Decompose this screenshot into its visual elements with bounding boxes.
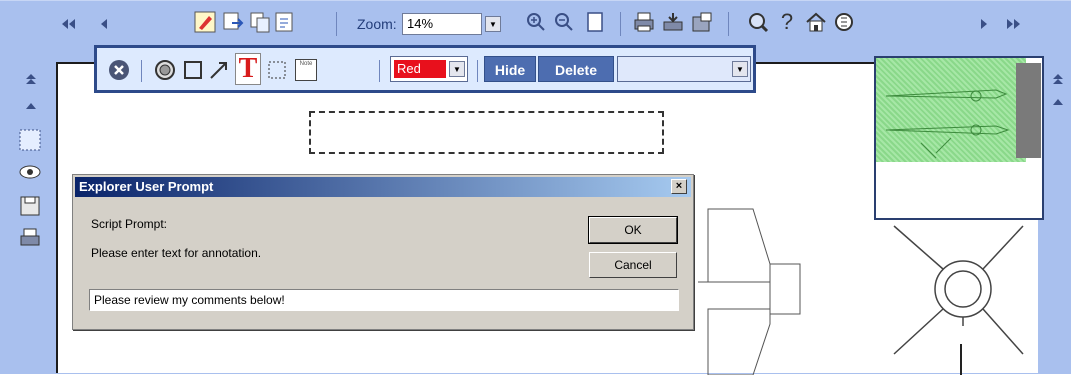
- select-area-icon[interactable]: [16, 126, 44, 154]
- main-toolbar: Zoom: 14% ▼ ?: [0, 0, 1071, 44]
- dashed-rect-tool-icon[interactable]: [265, 58, 289, 82]
- delete-button[interactable]: Delete: [538, 56, 614, 82]
- preview-thumbnail: [885, 63, 1041, 159]
- compare-icon[interactable]: [221, 10, 245, 34]
- zoom-label: Zoom:: [357, 16, 397, 32]
- prompt-message: Please enter text for annotation.: [91, 246, 262, 260]
- navigator-preview[interactable]: [874, 56, 1044, 220]
- toolbar-separator: [336, 12, 337, 36]
- color-select[interactable]: Red ▼: [390, 56, 468, 82]
- print-setup-icon[interactable]: [661, 10, 685, 34]
- close-annotation-icon[interactable]: [107, 58, 131, 82]
- rectangle-tool-icon[interactable]: [181, 58, 205, 82]
- annotation-text-input[interactable]: Please review my comments below!: [89, 289, 679, 311]
- annotation-list-select[interactable]: ▼: [617, 56, 751, 82]
- color-select-value: Red: [394, 60, 446, 78]
- scroll-up-right-icon[interactable]: [1049, 94, 1067, 110]
- print-icon[interactable]: [632, 10, 656, 34]
- annotation-selection-box[interactable]: [309, 111, 664, 154]
- toolbar-separator: [728, 12, 729, 36]
- annotation-separator: [379, 60, 380, 82]
- user-prompt-dialog: Explorer User Prompt × Script Prompt: Pl…: [72, 174, 694, 330]
- arrow-tool-icon[interactable]: [207, 58, 231, 82]
- view-icon[interactable]: [16, 160, 44, 184]
- fit-page-icon[interactable]: [584, 11, 606, 33]
- annotate-icon[interactable]: [193, 10, 217, 34]
- help-icon[interactable]: ?: [777, 10, 797, 34]
- scroll-top-icon[interactable]: [22, 70, 40, 88]
- color-dropdown-button[interactable]: ▼: [449, 61, 465, 77]
- annotation-toolbar: T Note Red ▼ Hide Delete ▼: [94, 45, 756, 93]
- save-icon[interactable]: [16, 192, 44, 220]
- annotation-separator: [141, 60, 142, 82]
- ok-button[interactable]: OK: [588, 216, 678, 244]
- annotation-list-dropdown-button[interactable]: ▼: [732, 61, 748, 77]
- note-tool-label: Note: [295, 59, 317, 81]
- zoom-in-icon[interactable]: [525, 11, 547, 33]
- rotate-icon[interactable]: [832, 10, 856, 34]
- scroll-top-right-icon[interactable]: [1049, 70, 1067, 88]
- next-page-icon[interactable]: [976, 14, 992, 34]
- printer-icon[interactable]: [16, 224, 44, 252]
- dialog-title: Explorer User Prompt: [79, 179, 214, 194]
- scroll-up-icon[interactable]: [22, 98, 40, 114]
- zoom-dropdown-button[interactable]: ▼: [485, 16, 501, 32]
- text-tool-icon[interactable]: T: [235, 53, 261, 85]
- script-prompt-label: Script Prompt:: [91, 217, 168, 231]
- annotation-separator: [477, 60, 478, 82]
- home-icon[interactable]: [804, 10, 828, 34]
- dialog-title-bar[interactable]: Explorer User Prompt ×: [75, 177, 691, 197]
- toolbar-separator: [620, 12, 621, 36]
- magnifier-icon[interactable]: [746, 10, 770, 34]
- hide-button[interactable]: Hide: [484, 56, 536, 82]
- first-page-icon[interactable]: [58, 14, 78, 34]
- previous-page-icon[interactable]: [96, 14, 112, 34]
- properties-icon[interactable]: [690, 10, 714, 34]
- export-icon[interactable]: [273, 10, 297, 34]
- note-tool-icon[interactable]: Note: [293, 57, 319, 83]
- zoom-out-icon[interactable]: [553, 11, 575, 33]
- right-toolbar: [1047, 60, 1071, 180]
- dialog-close-button[interactable]: ×: [671, 179, 687, 194]
- copy-icon[interactable]: [248, 10, 272, 34]
- left-toolbar: [10, 60, 50, 360]
- cancel-button[interactable]: Cancel: [589, 252, 677, 278]
- circle-tool-icon[interactable]: [153, 58, 177, 82]
- zoom-input[interactable]: 14%: [402, 13, 482, 35]
- last-page-icon[interactable]: [1004, 14, 1024, 34]
